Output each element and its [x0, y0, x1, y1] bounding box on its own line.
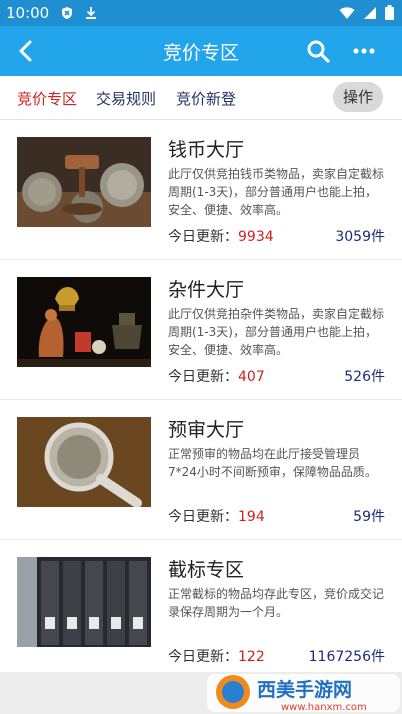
hall-title: 截标专区: [168, 559, 245, 581]
site-watermark-logo: 西美手游网 www.hanxm.com: [207, 674, 400, 713]
misc-thumbnail: [17, 277, 151, 367]
hall-description: 正常截标的物品均存此专区，竞价成交记录保存周期为一个月。: [168, 587, 385, 619]
download-icon: [86, 7, 96, 19]
today-update: 今日更新：407: [168, 366, 265, 386]
app-bar: 竞价专区: [0, 26, 402, 76]
hall-item-coins[interactable]: 钱币大厅 此厅仅供竞拍钱币类物品，卖家自定截标周期(1-3天)，部分普通用户也能…: [0, 120, 402, 260]
hall-item-prereview[interactable]: 预审大厅 正常预审的物品均在此厅接受管理员7*24小时不间断预审，保障物品品质。…: [0, 400, 402, 540]
item-count: 1167256件: [308, 649, 385, 665]
more-options-icon[interactable]: [351, 38, 377, 64]
item-count: 526件: [344, 369, 385, 385]
hall-item-closing[interactable]: 截标专区 正常截标的物品均存此专区，竞价成交记录保存周期为一个月。 今日更新：1…: [0, 540, 402, 680]
item-count: 59件: [353, 509, 385, 525]
today-update-label: 今日更新：: [168, 649, 238, 665]
today-update-value: 122: [238, 649, 265, 665]
hall-title: 预审大厅: [168, 419, 245, 441]
today-update-value: 407: [238, 369, 265, 385]
coins-thumbnail: [17, 137, 151, 227]
today-update: 今日更新：122: [168, 646, 265, 666]
hall-item-misc[interactable]: 杂件大厅 此厅仅供竞拍杂件类物品，卖家自定截标周期(1-3天)，部分普通用户也能…: [0, 260, 402, 400]
watermark-url: www.hanxm.com: [281, 702, 367, 713]
hall-description: 正常预审的物品均在此厅接受管理员7*24小时不间断预审，保障物品品质。: [168, 447, 377, 479]
page-title: 竞价专区: [162, 42, 239, 64]
today-update-label: 今日更新：: [168, 229, 238, 245]
notification-shield-icon: [62, 7, 72, 19]
search-icon[interactable]: [305, 38, 331, 64]
signal-icon: [364, 6, 376, 19]
item-count: 3059件: [335, 229, 385, 245]
hall-description: 此厅仅供竞拍杂件类物品，卖家自定截标周期(1-3天)，部分普通用户也能上拍，安全…: [168, 307, 385, 357]
hall-list: 钱币大厅 此厅仅供竞拍钱币类物品，卖家自定截标周期(1-3天)，部分普通用户也能…: [0, 120, 402, 680]
today-update-label: 今日更新：: [168, 509, 238, 525]
today-update: 今日更新：9934: [168, 226, 274, 246]
hall-description: 此厅仅供竞拍钱币类物品，卖家自定截标周期(1-3天)，部分普通用户也能上拍，安全…: [168, 167, 385, 217]
wifi-icon: [339, 6, 355, 19]
tab-bidding-zone[interactable]: 竞价专区: [17, 88, 77, 109]
status-time: 10:00: [6, 4, 50, 22]
archive-thumbnail: [17, 557, 151, 647]
hall-title: 钱币大厅: [168, 139, 245, 161]
magnifier-thumbnail: [17, 417, 151, 507]
today-update-value: 194: [238, 509, 265, 525]
status-bar: 10:00: [0, 0, 402, 26]
tab-new-bids[interactable]: 竞价新登: [176, 88, 236, 109]
battery-icon: [385, 5, 394, 20]
watermark-text: 西美手游网: [257, 678, 352, 701]
today-update-value: 9934: [238, 229, 274, 245]
tab-trading-rules[interactable]: 交易规则: [96, 88, 156, 109]
operate-button[interactable]: 操作: [333, 82, 383, 112]
today-update-label: 今日更新：: [168, 369, 238, 385]
hall-title: 杂件大厅: [168, 279, 245, 301]
today-update: 今日更新：194: [168, 506, 265, 526]
